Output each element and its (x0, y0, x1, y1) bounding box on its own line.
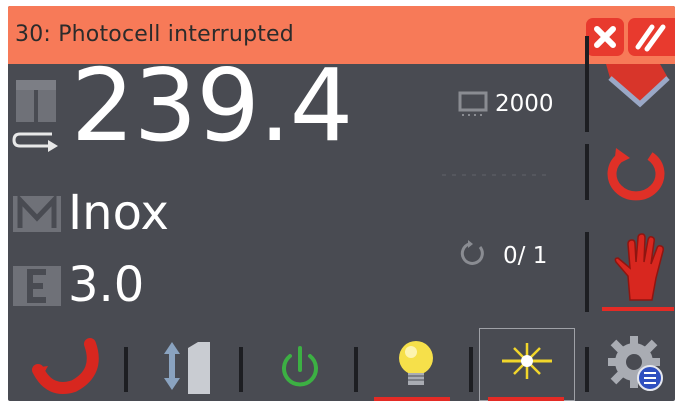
divider (585, 347, 589, 392)
light-active-indicator (374, 397, 450, 401)
bend-arrow-icon (606, 64, 670, 108)
divider (469, 347, 473, 392)
divider (585, 36, 589, 132)
close-icon (594, 26, 616, 48)
hand-active-indicator (602, 307, 674, 311)
power-button[interactable] (270, 328, 330, 401)
divider (124, 347, 128, 392)
divider (239, 347, 243, 392)
stop-hand-button[interactable] (608, 232, 668, 302)
up-down-icon (164, 342, 210, 394)
progress-dots (442, 174, 548, 176)
rotate-cycle-icon (607, 148, 665, 201)
light-button[interactable] (378, 328, 454, 401)
clear-all-icon (635, 24, 666, 52)
lightbulb-icon (399, 341, 433, 385)
alarm-message: 30: Photocell interrupted (15, 22, 294, 47)
parameter-e-icon (13, 266, 61, 306)
settings-icon (608, 336, 663, 391)
cycle-icon (460, 240, 484, 265)
laser-active-indicator (488, 397, 564, 401)
alarm-clear-button[interactable] (628, 18, 675, 56)
return-arrow-icon (32, 338, 99, 394)
thickness-icon (12, 80, 58, 152)
material-value[interactable]: Inox (68, 189, 169, 237)
monitor-icon (458, 91, 488, 116)
parameter-e-value[interactable]: 3.0 (68, 261, 144, 309)
divider (585, 144, 589, 200)
settings-button[interactable] (600, 328, 670, 401)
updown-button[interactable] (156, 328, 216, 401)
divider (585, 232, 589, 312)
alarm-close-button[interactable] (586, 18, 624, 56)
return-button[interactable] (26, 328, 106, 401)
bend-button[interactable] (600, 64, 675, 120)
machine-screen: 30: Photocell interrupted 239.4 Inox 3.0 (8, 6, 675, 401)
material-icon (13, 194, 61, 232)
hand-stop-icon (614, 233, 664, 301)
thickness-value[interactable]: 239.4 (71, 56, 353, 156)
rotate-button[interactable] (604, 146, 670, 204)
cycle-counter-value: 0/ 1 (503, 243, 548, 269)
power-icon (282, 346, 318, 387)
laser-button[interactable] (479, 328, 575, 401)
piece-counter-value: 2000 (495, 91, 554, 117)
divider (354, 347, 358, 392)
laser-icon (502, 343, 552, 379)
